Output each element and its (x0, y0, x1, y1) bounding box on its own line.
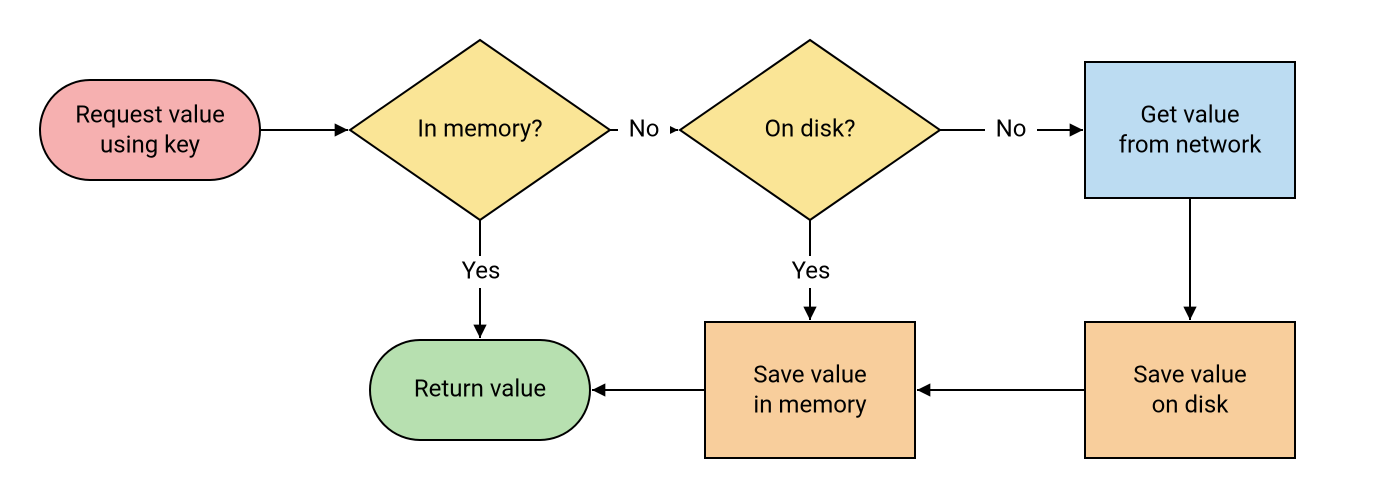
node-save-memory-label-1: Save value (753, 360, 867, 388)
node-request-label-1: Request value (75, 100, 225, 128)
edge-inmemory-yes-label: Yes (462, 256, 501, 284)
node-get-network-label-2: from network (1119, 130, 1263, 158)
node-save-disk-label-1: Save value (1133, 360, 1247, 388)
node-save-disk: Save value on disk (1085, 322, 1295, 458)
flowchart: Request value using key In memory? On di… (0, 0, 1400, 501)
edge-ondisk-yes-label: Yes (792, 256, 831, 284)
node-in-memory: In memory? (350, 40, 610, 220)
node-on-disk-label: On disk? (765, 114, 856, 142)
node-save-disk-label-2: on disk (1152, 390, 1230, 418)
edge-ondisk-no-label: No (996, 114, 1027, 142)
node-request: Request value using key (40, 80, 260, 180)
node-return: Return value (370, 340, 590, 440)
node-save-memory-label-2: in memory (753, 390, 867, 418)
node-get-network-label-1: Get value (1140, 100, 1239, 128)
node-on-disk: On disk? (680, 40, 940, 220)
node-request-label-2: using key (100, 130, 201, 158)
node-save-memory: Save value in memory (705, 322, 915, 458)
edge-inmemory-no-label: No (629, 114, 660, 142)
node-get-network: Get value from network (1085, 62, 1295, 198)
node-in-memory-label: In memory? (417, 114, 542, 142)
node-return-label: Return value (414, 374, 546, 402)
